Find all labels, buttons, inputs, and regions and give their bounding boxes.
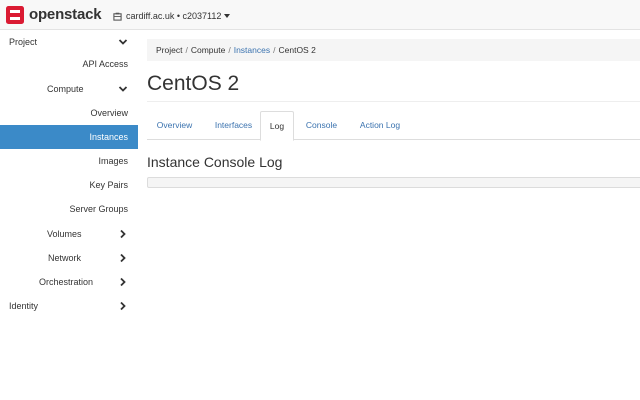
breadcrumb-compute: Compute <box>190 45 226 55</box>
sidebar-item-label: Network <box>48 253 82 263</box>
sidebar-item-volumes[interactable]: Volumes <box>0 222 138 246</box>
sidebar-item-label: Instances <box>89 132 128 142</box>
sidebar-item-label: Volumes <box>47 229 82 239</box>
breadcrumb-separator: / <box>185 45 188 55</box>
console-log-output[interactable] <box>147 177 640 188</box>
top-navbar: openstack cardiff.ac.uk • c2037112 <box>0 0 640 30</box>
sidebar-item-label: Identity <box>9 301 39 311</box>
sidebar-item-label: Project <box>9 37 38 47</box>
breadcrumb-current: CentOS 2 <box>278 45 316 55</box>
chevron-down-icon <box>118 39 128 45</box>
breadcrumb: Project / Compute / Instances / CentOS 2 <box>147 39 640 61</box>
main-content: Project / Compute / Instances / CentOS 2 CentO… <box>138 30 640 400</box>
sidebar-item-overview[interactable]: Overview <box>0 101 138 125</box>
sidebar-item-compute[interactable]: Compute <box>0 77 138 101</box>
openstack-logo-icon <box>6 6 24 24</box>
caret-down-icon <box>224 14 231 18</box>
chevron-right-icon <box>120 277 126 287</box>
project-switcher-label: cardiff.ac.uk • c2037112 <box>126 11 222 21</box>
sidebar-item-label: Images <box>98 156 128 166</box>
chevron-right-icon <box>120 301 126 311</box>
sidebar-item-label: Compute <box>47 84 84 94</box>
title-divider <box>147 101 640 102</box>
tab-log[interactable]: Log <box>260 111 294 141</box>
breadcrumb-project: Project <box>156 45 183 55</box>
log-section-title: Instance Console Log <box>147 154 283 170</box>
brand-name: openstack <box>29 6 102 23</box>
page-title: CentOS 2 <box>147 72 240 95</box>
sidebar-item-api-access[interactable]: API Access <box>0 52 138 76</box>
brand-logo-link[interactable]: openstack <box>6 6 102 24</box>
project-cube-icon <box>113 12 122 21</box>
sidebar-item-instances[interactable]: Instances <box>0 125 138 149</box>
sidebar-item-orchestration[interactable]: Orchestration <box>0 270 138 294</box>
tab-console[interactable]: Console <box>299 111 344 140</box>
sidebar-item-label: Key Pairs <box>89 180 128 190</box>
sidebar-item-label: Orchestration <box>39 277 94 287</box>
chevron-down-icon <box>118 86 128 92</box>
sidebar-item-identity[interactable]: Identity <box>0 294 138 318</box>
tab-interfaces[interactable]: Interfaces <box>202 111 265 140</box>
project-switcher-dropdown[interactable]: cardiff.ac.uk • c2037112 <box>113 9 231 23</box>
sidebar-item-server-groups[interactable]: Server Groups <box>0 197 138 221</box>
sidebar-item-images[interactable]: Images <box>0 149 138 173</box>
sidebar-item-label: API Access <box>82 59 128 69</box>
tab-action-log[interactable]: Action Log <box>348 111 412 140</box>
breadcrumb-instances-link[interactable]: Instances <box>234 45 270 55</box>
sidebar: Project API Access Compute Overview Inst… <box>0 30 138 400</box>
instance-tabs: Overview Interfaces Log Console Action L… <box>147 111 640 141</box>
chevron-right-icon <box>120 253 126 263</box>
sidebar-item-project[interactable]: Project <box>0 30 138 54</box>
sidebar-item-label: Server Groups <box>69 204 128 214</box>
sidebar-item-network[interactable]: Network <box>0 246 138 270</box>
tab-overview[interactable]: Overview <box>147 111 202 140</box>
sidebar-item-label: Overview <box>90 108 128 118</box>
sidebar-item-key-pairs[interactable]: Key Pairs <box>0 173 138 197</box>
chevron-right-icon <box>120 229 126 239</box>
breadcrumb-separator: / <box>228 45 231 55</box>
